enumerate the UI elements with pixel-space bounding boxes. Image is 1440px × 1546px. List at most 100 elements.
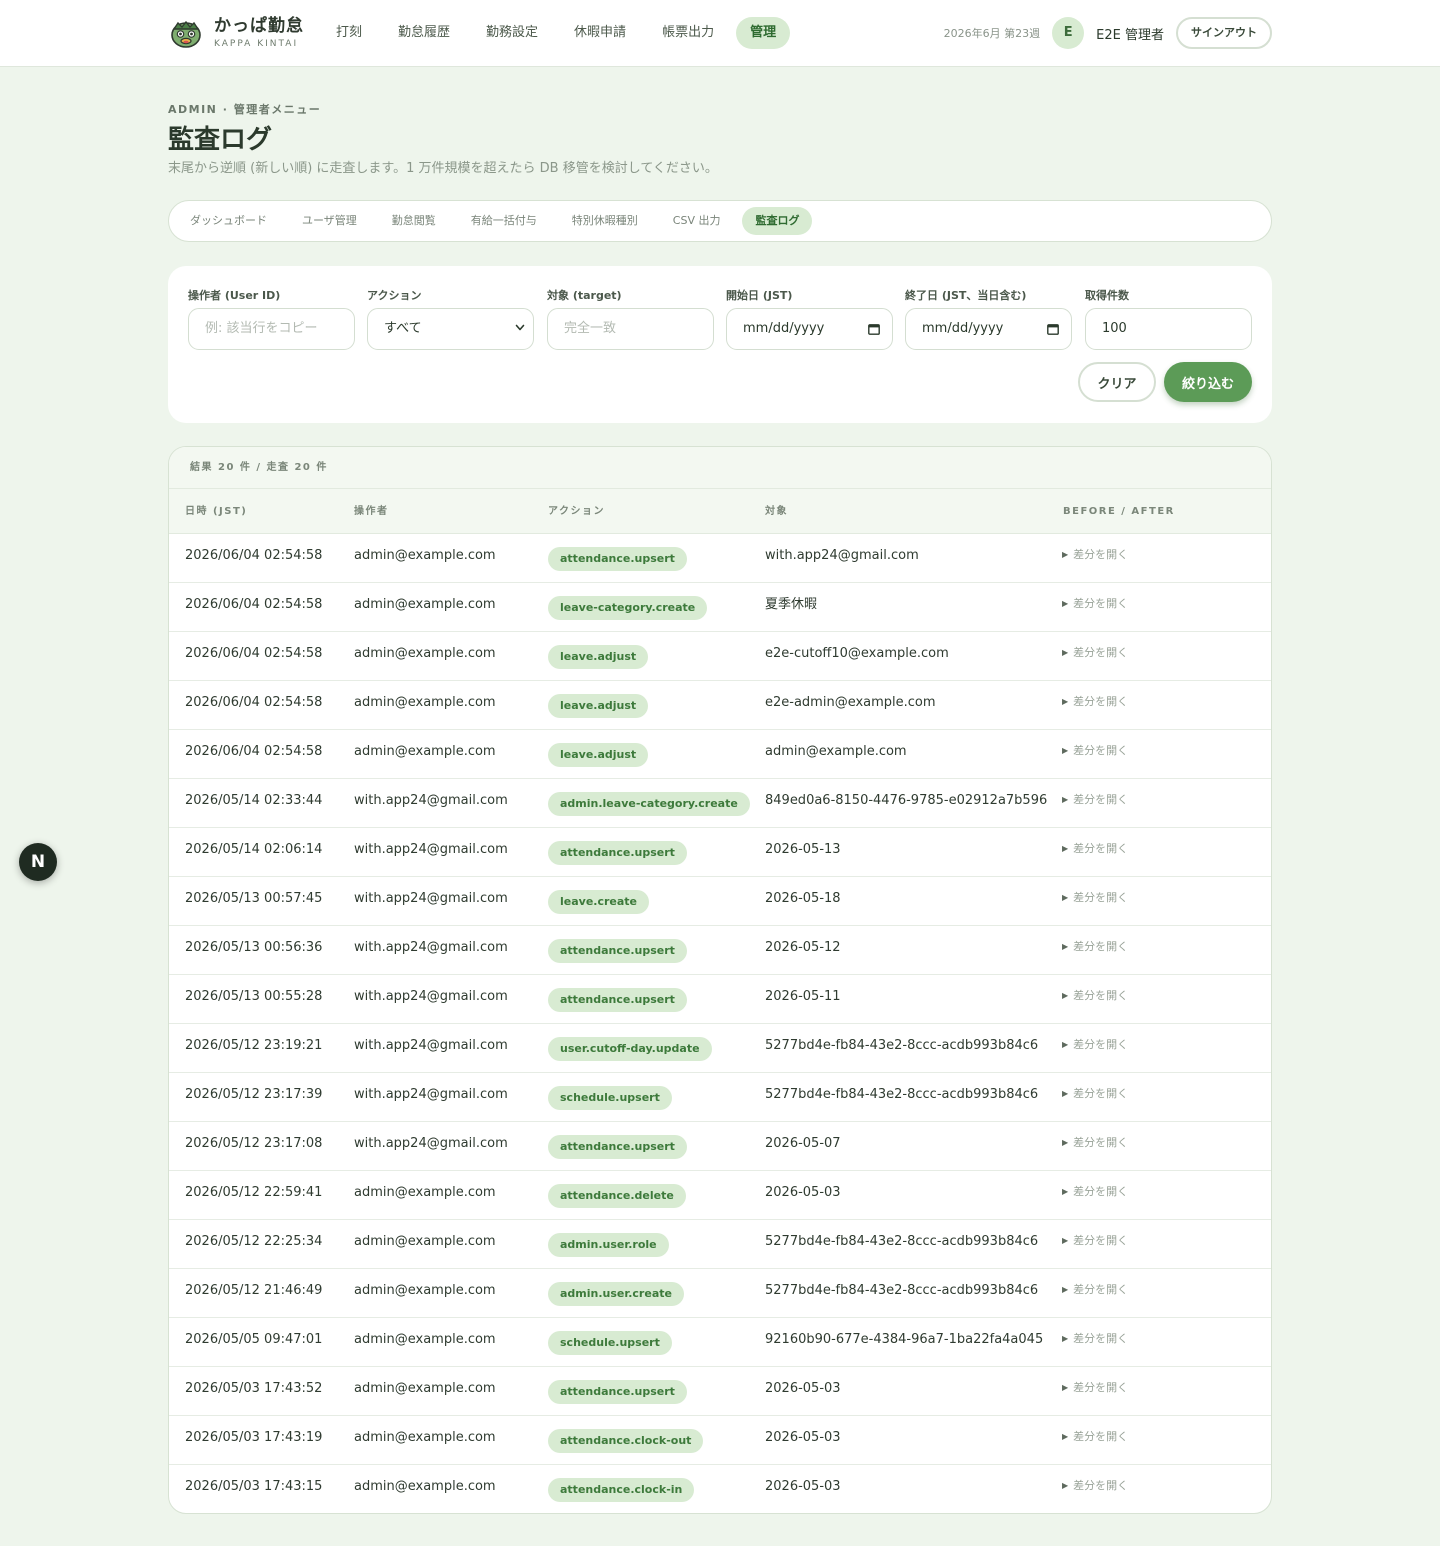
nav-work-settings[interactable]: 勤務設定	[472, 17, 552, 49]
triangle-right-icon: ▶	[1062, 844, 1069, 853]
diff-toggle[interactable]: ▶ 差分を開く	[1062, 743, 1128, 759]
diff-toggle[interactable]: ▶ 差分を開く	[1062, 1380, 1128, 1396]
diff-label: 差分を開く	[1073, 1283, 1129, 1296]
row-operator: admin@example.com	[354, 744, 496, 759]
kappa-face-icon	[170, 17, 202, 49]
triangle-right-icon: ▶	[1062, 648, 1069, 657]
end-date-label: 終了日 (JST、当日含む)	[905, 289, 1027, 302]
brand[interactable]: かっぱ勤怠 KAPPA KINTAI	[170, 16, 304, 50]
row-datetime: 2026/05/12 22:25:34	[185, 1234, 323, 1249]
diff-label: 差分を開く	[1073, 793, 1129, 806]
row-datetime: 2026/06/04 02:54:58	[185, 597, 323, 612]
nav-punch[interactable]: 打刻	[322, 17, 376, 49]
column-header-action: アクション	[548, 506, 605, 517]
dev-tools-button[interactable]: N	[19, 843, 57, 881]
clear-button[interactable]: クリア	[1078, 362, 1156, 402]
table-row: 2026/06/04 02:54:58 admin@example.com leav…	[169, 583, 1271, 632]
table-header: 日時 (JST) 操作者 アクション 対象 BEFORE / AFTER	[169, 489, 1271, 534]
triangle-right-icon: ▶	[1062, 991, 1069, 1000]
signout-button[interactable]: サインアウト	[1176, 17, 1272, 49]
table-row: 2026/05/13 00:57:45 with.app24@gmail.com l…	[169, 877, 1271, 926]
diff-toggle[interactable]: ▶ 差分を開く	[1062, 1429, 1128, 1445]
tab-special-leave-types[interactable]: 特別休暇種別	[559, 207, 651, 235]
apply-filter-button[interactable]: 絞り込む	[1164, 362, 1252, 402]
avatar[interactable]: E	[1052, 17, 1085, 49]
table-row: 2026/05/05 09:47:01 admin@example.com sche…	[169, 1318, 1271, 1367]
column-header-before-after: BEFORE / AFTER	[1063, 506, 1175, 517]
action-select[interactable]: すべて	[367, 308, 534, 350]
operator-input[interactable]: 例: 該当行をコピー	[188, 308, 355, 350]
action-filter: アクション すべて	[367, 288, 534, 350]
diff-label: 差分を開く	[1073, 548, 1129, 561]
row-datetime: 2026/05/12 23:17:08	[185, 1136, 323, 1151]
triangle-right-icon: ▶	[1062, 1334, 1069, 1343]
nav-leave-request[interactable]: 休暇申請	[560, 17, 640, 49]
row-operator: admin@example.com	[354, 597, 496, 612]
diff-toggle[interactable]: ▶ 差分を開く	[1062, 939, 1128, 955]
row-target: admin@example.com	[765, 744, 907, 759]
action-badge: admin.user.role	[548, 1233, 669, 1257]
nav-reports[interactable]: 帳票出力	[648, 17, 728, 49]
diff-toggle[interactable]: ▶ 差分を開く	[1062, 1086, 1128, 1102]
diff-toggle[interactable]: ▶ 差分を開く	[1062, 1331, 1128, 1347]
action-badge: attendance.upsert	[548, 547, 687, 571]
row-target: 2026-05-18	[765, 891, 841, 906]
triangle-right-icon: ▶	[1062, 1285, 1069, 1294]
diff-toggle[interactable]: ▶ 差分を開く	[1062, 596, 1128, 612]
row-target: 2026-05-07	[765, 1136, 841, 1151]
row-datetime: 2026/05/14 02:06:14	[185, 842, 323, 857]
tab-bulk-paid-leave[interactable]: 有給一括付与	[458, 207, 550, 235]
row-datetime: 2026/06/04 02:54:58	[185, 646, 323, 661]
action-badge: attendance.delete	[548, 1184, 686, 1208]
diff-toggle[interactable]: ▶ 差分を開く	[1062, 694, 1128, 710]
action-badge: attendance.clock-out	[548, 1429, 704, 1453]
row-target: 2026-05-03	[765, 1381, 841, 1396]
diff-toggle[interactable]: ▶ 差分を開く	[1062, 1037, 1128, 1053]
row-target: 夏季休暇	[765, 597, 818, 612]
table-row: 2026/06/04 02:54:58 admin@example.com leav…	[169, 681, 1271, 730]
start-date-input[interactable]: mm/dd/yyyy	[726, 308, 893, 350]
diff-label: 差分を開く	[1073, 940, 1129, 953]
nav-attendance-history[interactable]: 勤怠履歴	[384, 17, 464, 49]
row-target: 5277bd4e-fb84-43e2-8ccc-acdb993b84c6	[765, 1234, 1039, 1249]
diff-toggle[interactable]: ▶ 差分を開く	[1062, 841, 1128, 857]
diff-toggle[interactable]: ▶ 差分を開く	[1062, 547, 1128, 563]
tab-attendance-view[interactable]: 勤怠閲覧	[379, 207, 449, 235]
admin-tabs: ダッシュボード ユーザ管理 勤怠閲覧 有給一括付与 特別休暇種別 CSV 出力 …	[168, 200, 1272, 242]
calendar-icon[interactable]	[1047, 323, 1059, 335]
breadcrumb: ADMIN · 管理者メニュー	[168, 103, 322, 116]
tab-csv-export[interactable]: CSV 出力	[660, 207, 734, 235]
tab-audit-log[interactable]: 監査ログ	[742, 207, 813, 235]
diff-toggle[interactable]: ▶ 差分を開く	[1062, 1478, 1128, 1494]
row-datetime: 2026/05/12 22:59:41	[185, 1185, 323, 1200]
diff-toggle[interactable]: ▶ 差分を開く	[1062, 890, 1128, 906]
diff-toggle[interactable]: ▶ 差分を開く	[1062, 1233, 1128, 1249]
diff-label: 差分を開く	[1073, 1479, 1129, 1492]
diff-toggle[interactable]: ▶ 差分を開く	[1062, 1135, 1128, 1151]
row-target: e2e-admin@example.com	[765, 695, 936, 710]
table-row: 2026/05/12 22:59:41 admin@example.com atte…	[169, 1171, 1271, 1220]
table-row: 2026/06/04 02:54:58 admin@example.com atte…	[169, 534, 1271, 583]
end-date-filter: 終了日 (JST、当日含む) mm/dd/yyyy	[905, 288, 1072, 350]
diff-toggle[interactable]: ▶ 差分を開く	[1062, 988, 1128, 1004]
row-datetime: 2026/06/04 02:54:58	[185, 695, 323, 710]
limit-input[interactable]: 100	[1085, 308, 1252, 350]
tab-dashboard[interactable]: ダッシュボード	[177, 207, 280, 235]
action-badge: leave.adjust	[548, 645, 649, 669]
target-input[interactable]: 完全一致	[547, 308, 714, 350]
triangle-right-icon: ▶	[1062, 1138, 1069, 1147]
diff-label: 差分を開く	[1073, 1136, 1129, 1149]
triangle-right-icon: ▶	[1062, 1089, 1069, 1098]
diff-toggle[interactable]: ▶ 差分を開く	[1062, 645, 1128, 661]
diff-toggle[interactable]: ▶ 差分を開く	[1062, 1282, 1128, 1298]
row-target: 2026-05-03	[765, 1185, 841, 1200]
diff-toggle[interactable]: ▶ 差分を開く	[1062, 792, 1128, 808]
calendar-icon[interactable]	[868, 323, 880, 335]
nav-admin[interactable]: 管理	[736, 17, 791, 49]
row-operator: with.app24@gmail.com	[354, 1038, 508, 1053]
row-operator: admin@example.com	[354, 695, 496, 710]
triangle-right-icon: ▶	[1062, 1040, 1069, 1049]
diff-toggle[interactable]: ▶ 差分を開く	[1062, 1184, 1128, 1200]
end-date-input[interactable]: mm/dd/yyyy	[905, 308, 1072, 350]
tab-user-management[interactable]: ユーザ管理	[289, 207, 370, 235]
